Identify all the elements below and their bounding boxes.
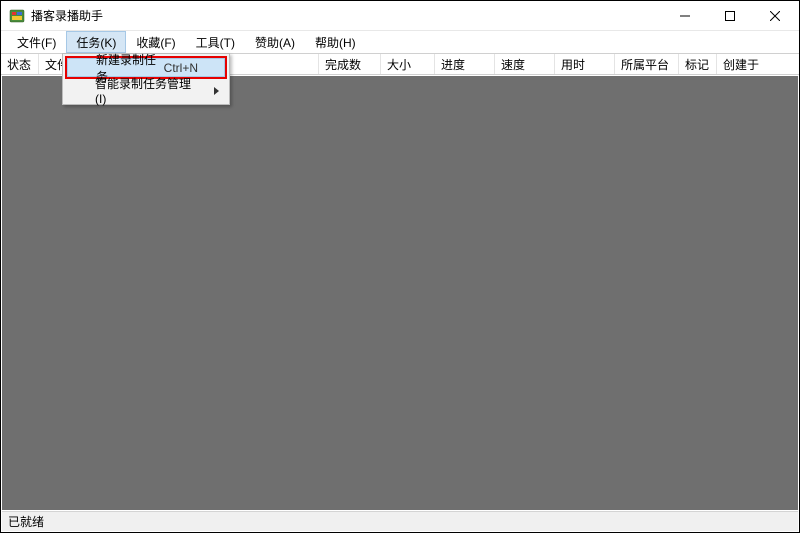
menu-item-shortcut: Ctrl+N — [164, 61, 198, 75]
column-size[interactable]: 大小 — [381, 54, 435, 74]
minimize-button[interactable] — [662, 2, 707, 30]
titlebar: 播客录播助手 — [1, 1, 799, 31]
column-done[interactable]: 完成数 — [319, 54, 381, 74]
column-creator[interactable]: 创建于 — [717, 54, 799, 74]
menu-tools[interactable]: 工具(T) — [186, 31, 245, 53]
menu-smart-recording-manager[interactable]: 智能录制任务管理(I) — [65, 79, 227, 102]
column-platform[interactable]: 所属平台 — [615, 54, 679, 74]
column-time[interactable]: 用时 — [555, 54, 615, 74]
window-controls — [662, 2, 797, 30]
submenu-arrow-icon — [214, 84, 219, 98]
menu-sponsor[interactable]: 赞助(A) — [245, 31, 305, 53]
app-icon — [9, 8, 25, 24]
task-dropdown-menu: 新建录制任务 Ctrl+N 智能录制任务管理(I) — [62, 53, 230, 105]
statusbar: 已就绪 — [2, 511, 798, 531]
menu-item-label: 智能录制任务管理(I) — [95, 75, 199, 106]
maximize-button[interactable] — [707, 2, 752, 30]
column-speed[interactable]: 速度 — [495, 54, 555, 74]
column-progress[interactable]: 进度 — [435, 54, 495, 74]
close-button[interactable] — [752, 2, 797, 30]
status-text: 已就绪 — [8, 513, 44, 530]
window-title: 播客录播助手 — [31, 7, 662, 24]
column-status[interactable]: 状态 — [1, 54, 39, 74]
content-area — [2, 76, 798, 510]
column-mark[interactable]: 标记 — [679, 54, 717, 74]
menu-file[interactable]: 文件(F) — [7, 31, 66, 53]
menu-help[interactable]: 帮助(H) — [305, 31, 366, 53]
